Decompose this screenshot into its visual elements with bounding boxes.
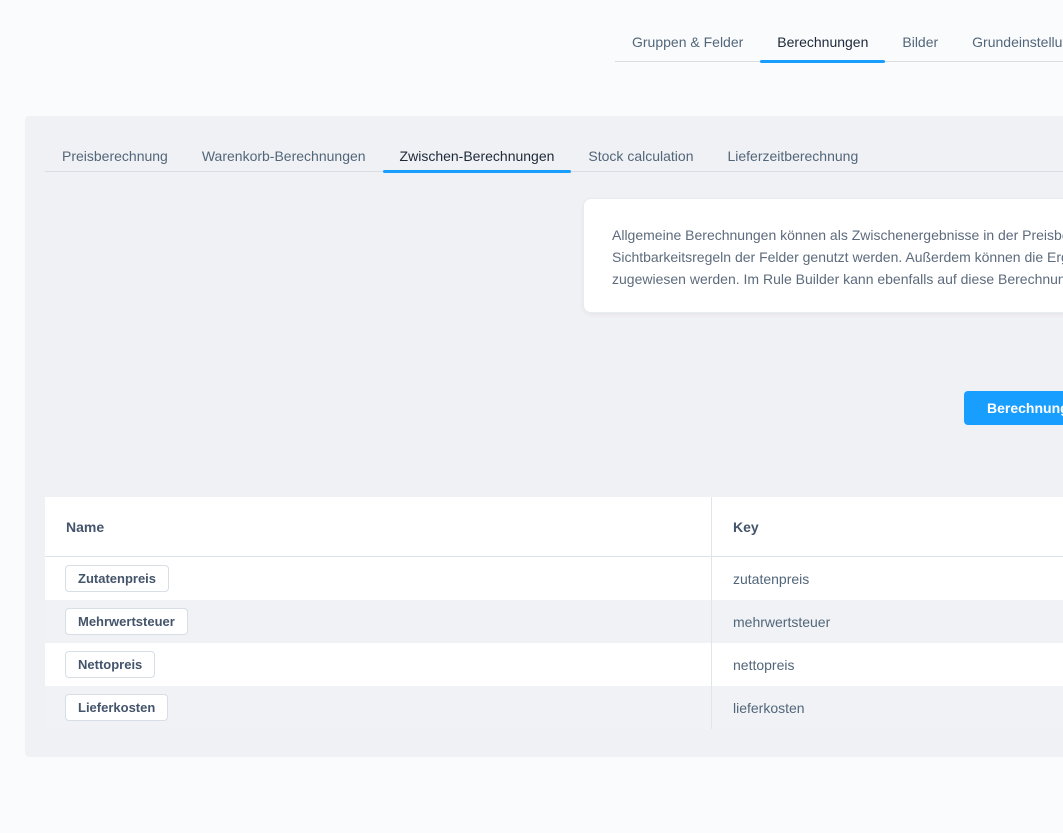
name-cell: Zutatenpreis — [45, 557, 711, 600]
calculation-key: nettopreis — [733, 657, 794, 673]
tab-warenkorb-berechnungen[interactable]: Warenkorb-Berechnungen — [185, 140, 383, 172]
table-row[interactable]: Mehrwertsteuer mehrwertsteuer — [45, 600, 1063, 643]
calculation-key: lieferkosten — [733, 700, 805, 716]
key-cell: mehrwertsteuer — [711, 600, 1063, 643]
calculation-name-chip[interactable]: Lieferkosten — [65, 694, 168, 721]
name-cell: Nettopreis — [45, 643, 711, 686]
berechnungen-panel: Preisberechnung Warenkorb-Berechnungen Z… — [25, 116, 1063, 757]
calculation-key: zutatenpreis — [733, 571, 809, 587]
key-cell: zutatenpreis — [711, 557, 1063, 600]
tab-zwischen-berechnungen[interactable]: Zwischen-Berechnungen — [383, 140, 572, 172]
info-card: Allgemeine Berechnungen können als Zwisc… — [583, 198, 1063, 313]
column-header-name: Name — [45, 497, 711, 556]
module-tab-bar: Gruppen & Felder Berechnungen Bilder Gru… — [615, 22, 1063, 62]
calculations-table: Name Key Zutatenpreis zutatenpreis Mehrw… — [45, 497, 1063, 729]
tab-preisberechnung[interactable]: Preisberechnung — [45, 140, 185, 172]
calculation-name-chip[interactable]: Nettopreis — [65, 651, 155, 678]
table-header-row: Name Key — [45, 497, 1063, 557]
page: Gruppen & Felder Berechnungen Bilder Gru… — [0, 0, 1063, 833]
table-row[interactable]: Nettopreis nettopreis — [45, 643, 1063, 686]
add-calculation-button[interactable]: Berechnung hinzufügen — [964, 391, 1063, 425]
tab-gruppen-und-felder[interactable]: Gruppen & Felder — [615, 22, 760, 62]
calculation-type-tab-bar: Preisberechnung Warenkorb-Berechnungen Z… — [45, 140, 1063, 172]
calculation-key: mehrwertsteuer — [733, 614, 830, 630]
key-cell: nettopreis — [711, 643, 1063, 686]
calculation-name-chip[interactable]: Mehrwertsteuer — [65, 608, 188, 635]
table-row[interactable]: Zutatenpreis zutatenpreis — [45, 557, 1063, 600]
calculation-name-chip[interactable]: Zutatenpreis — [65, 565, 169, 592]
name-cell: Mehrwertsteuer — [45, 600, 711, 643]
tab-lieferzeitberechnung[interactable]: Lieferzeitberechnung — [710, 140, 875, 172]
tab-bilder[interactable]: Bilder — [885, 22, 955, 62]
info-card-text-line: Sichtbarkeitsregeln der Felder genutzt w… — [612, 246, 1063, 268]
info-card-text-line: zugewiesen werden. Im Rule Builder kann … — [612, 268, 1063, 290]
column-header-key: Key — [711, 497, 1063, 556]
tab-berechnungen[interactable]: Berechnungen — [760, 22, 885, 62]
key-cell: lieferkosten — [711, 686, 1063, 729]
info-card-text-line: Allgemeine Berechnungen können als Zwisc… — [612, 224, 1063, 246]
table-row[interactable]: Lieferkosten lieferkosten — [45, 686, 1063, 729]
tab-stock-calculation[interactable]: Stock calculation — [571, 140, 710, 172]
tab-grundeinstellungen[interactable]: Grundeinstellungen — [955, 22, 1063, 62]
name-cell: Lieferkosten — [45, 686, 711, 729]
